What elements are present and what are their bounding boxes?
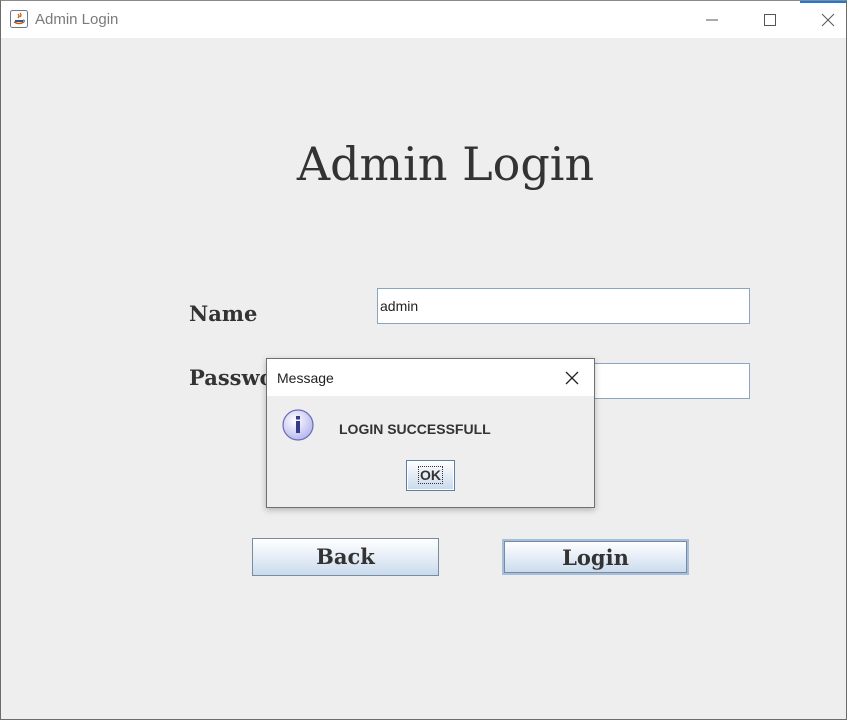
page-heading: Admin Login bbox=[1, 137, 846, 191]
info-icon bbox=[281, 408, 315, 447]
minimize-button[interactable] bbox=[688, 1, 734, 38]
name-label: Name bbox=[189, 301, 258, 326]
maximize-button[interactable] bbox=[746, 1, 792, 38]
dialog-title: Message bbox=[277, 370, 334, 386]
dialog-close-button[interactable] bbox=[563, 369, 581, 387]
minimize-icon bbox=[706, 19, 718, 21]
ok-button-label: OK bbox=[418, 466, 443, 484]
close-button[interactable] bbox=[804, 1, 846, 38]
ok-button[interactable]: OK bbox=[406, 460, 455, 491]
title-bar[interactable]: Admin Login bbox=[1, 1, 846, 38]
name-field[interactable]: admin bbox=[377, 288, 750, 324]
dialog-message: LOGIN SUCCESSFULL bbox=[339, 421, 491, 437]
java-app-icon bbox=[10, 10, 28, 28]
window-title: Admin Login bbox=[35, 11, 119, 28]
maximize-icon bbox=[764, 14, 776, 26]
login-button[interactable]: Login bbox=[502, 539, 689, 575]
admin-login-window: Admin Login Admin Login Name admin Passw… bbox=[0, 0, 847, 720]
back-button[interactable]: Back bbox=[252, 538, 439, 576]
page-heading-text: Admin Login bbox=[296, 137, 595, 191]
message-dialog: Message LOGIN SUCCESSFULL OK bbox=[266, 358, 595, 508]
close-icon bbox=[821, 13, 835, 27]
dialog-title-bar[interactable]: Message bbox=[267, 359, 594, 396]
close-icon bbox=[565, 371, 579, 385]
